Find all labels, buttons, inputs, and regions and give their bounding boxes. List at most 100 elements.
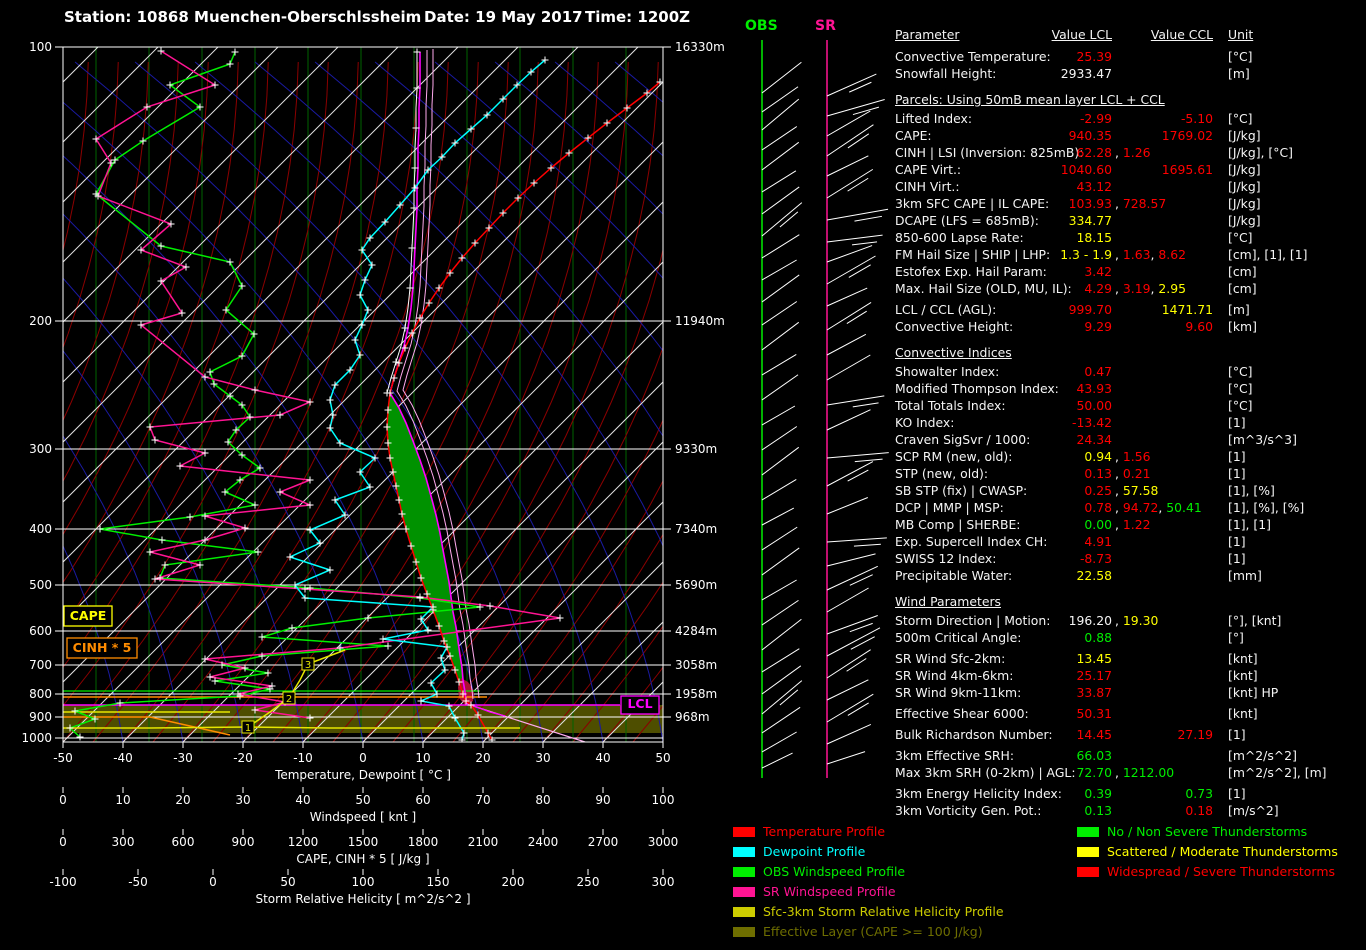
srh-tick-label: 250 [577,875,600,889]
sr-wind-barb-tick [850,636,875,650]
value-lcl-extra: , 57.58 [1115,483,1159,498]
unit-label: [°C] [1228,398,1253,413]
sr-wind-barb [826,627,881,657]
legend-swatch-icon [733,847,755,857]
obs-wind-barb [761,526,798,551]
legend-swatch-icon [1077,827,1099,837]
srh-tick-label: 50 [280,875,295,889]
legend-label: Sfc-3km Storm Relative Helicity Profile [763,904,1004,919]
sr-wind-barb [826,565,878,591]
unit-label: [J/kg] [1228,179,1261,194]
sr-wind-barb [826,354,871,381]
table-row: Precipitable Water: 22.58 [mm] [895,567,1360,584]
sr-wind-barb [826,409,871,431]
temperature-tick-label: 30 [535,751,550,765]
value-lcl: -8.73 [1079,551,1112,566]
height-tick-label: 968m [675,710,710,724]
table-row: SR Wind 9km-11km: 33.87 [knt] HP [895,684,1360,701]
obs-wind-barb [761,599,799,626]
unit-label: [1] [1228,415,1246,430]
sr-wind-barb-tick [846,310,867,325]
value-lcl: 25.17 [1076,668,1112,683]
grid-moist-adiabat [122,61,419,742]
legend-item: SR Windspeed Profile [733,884,1004,904]
sr-wind-barb [826,497,868,515]
unit-label: [°] [1228,630,1244,645]
obs-wind-barb [761,321,800,351]
value-lcl: 62.28 [1076,145,1112,160]
table-row: SB STP (fix) | CWASP: 0.25, 57.58 [1], [%] [895,482,1360,499]
value-lcl-extra: , 19.30 [1115,613,1159,628]
windspeed-tick-label: 30 [235,793,250,807]
legend-swatch-icon [1077,847,1099,857]
unit-label: [J/kg] [1228,128,1261,143]
sr-wind-barb [826,461,874,487]
table-row: Convective Temperature: 25.39 [°C] [895,48,1360,65]
legend-label: OBS Windspeed Profile [763,864,906,879]
table-row: CAPE: 940.35 1769.02 [J/kg] [895,127,1360,144]
srh-tick-label: 150 [427,875,450,889]
legend-label: Effective Layer (CAPE >= 100 J/kg) [763,924,983,939]
sr-wind-barb [826,452,889,459]
unit-label: [knt] [1228,668,1258,683]
legend-label: Temperature Profile [763,824,886,839]
grid-moist-adiabat [272,61,569,742]
temperature-tick-label: -40 [113,751,133,765]
sr-wind-barb [826,168,874,199]
value-lcl-extra: , 1.63, 8.62 [1115,247,1186,262]
sr-wind-barb-tick [847,469,869,482]
table-row: Bulk Richardson Number: 14.45 27.19 [1] [895,726,1360,743]
obs-wind-barb [761,405,796,426]
grid-dry-adiabat [63,277,304,742]
pressure-tick-label: 300 [29,442,52,456]
temperature-tick-label: 40 [595,751,610,765]
obs-wind-barb [761,234,800,259]
unit-label: [J/kg], [°C] [1228,145,1293,160]
temperature-tick-label: 50 [655,751,670,765]
height-tick-label: 9330m [675,442,717,456]
grid-moist-adiabat [392,247,663,742]
srh-tick-label: 200 [502,875,525,889]
sr-wind-barb-tick [848,81,872,93]
temperature-tick-label: -50 [53,751,73,765]
table-row: KO Index: -13.42 [1] [895,414,1360,431]
table-row: CAPE Virt.: 1040.60 1695.61 [J/kg] [895,161,1360,178]
grid-moist-adiabat [482,480,663,742]
obs-wind-barb [761,86,799,113]
unit-label: [°C] [1228,364,1253,379]
unit-label: [°C] [1228,111,1253,126]
pressure-tick-label: 400 [29,522,52,536]
sr-wind-barb [826,537,887,543]
pressure-tick-label: 900 [29,710,52,724]
srh-tick-label: 0 [209,875,217,889]
value-lcl: 1.3 - 1.9 [1060,247,1112,262]
height-tick-label: 16330m [675,40,725,54]
cape-tick-label: 1800 [408,835,439,849]
value-lcl: 0.25 [1084,483,1112,498]
value-lcl: 196.20 [1068,613,1112,628]
temperature-tick-label: 0 [359,751,367,765]
unit-label: [cm] [1228,264,1257,279]
sr-wind-barb [826,649,871,679]
sr-wind-barb [826,124,874,157]
value-lcl: 43.12 [1076,179,1112,194]
srh-tick-label: -50 [128,875,148,889]
windspeed-tick-label: 80 [535,793,550,807]
srh-axis-label: Storm Relative Helicity [ m^2/s^2 ] [255,892,470,906]
table-row: SWISS 12 Index: -8.73 [1] [895,550,1360,567]
sr-wind-barb [826,587,869,613]
unit-label: [1] [1228,466,1246,481]
sr-wind-barb-tick [849,574,873,586]
table-row: 3km Energy Helicity Index: 0.39 0.73 [1] [895,785,1360,802]
sr-wind-barb [826,302,872,331]
obs-wind-barb [761,648,800,673]
sr-wind-barb [826,245,873,263]
table-section-header: Parcels: Using 50mB mean layer LCL + CCL [895,92,1165,107]
table-row: STP (new, old): 0.13, 0.21 [1] [895,465,1360,482]
obs-wind-barb [761,680,803,715]
temperature-axis-label: Temperature, Dewpoint [ °C ] [274,768,451,782]
srh-height-mark-label: 2 [286,694,292,705]
value-ccl: 1769.02 [1161,128,1213,143]
value-lcl: 25.39 [1076,49,1112,64]
sr-wind-barb [826,333,867,356]
